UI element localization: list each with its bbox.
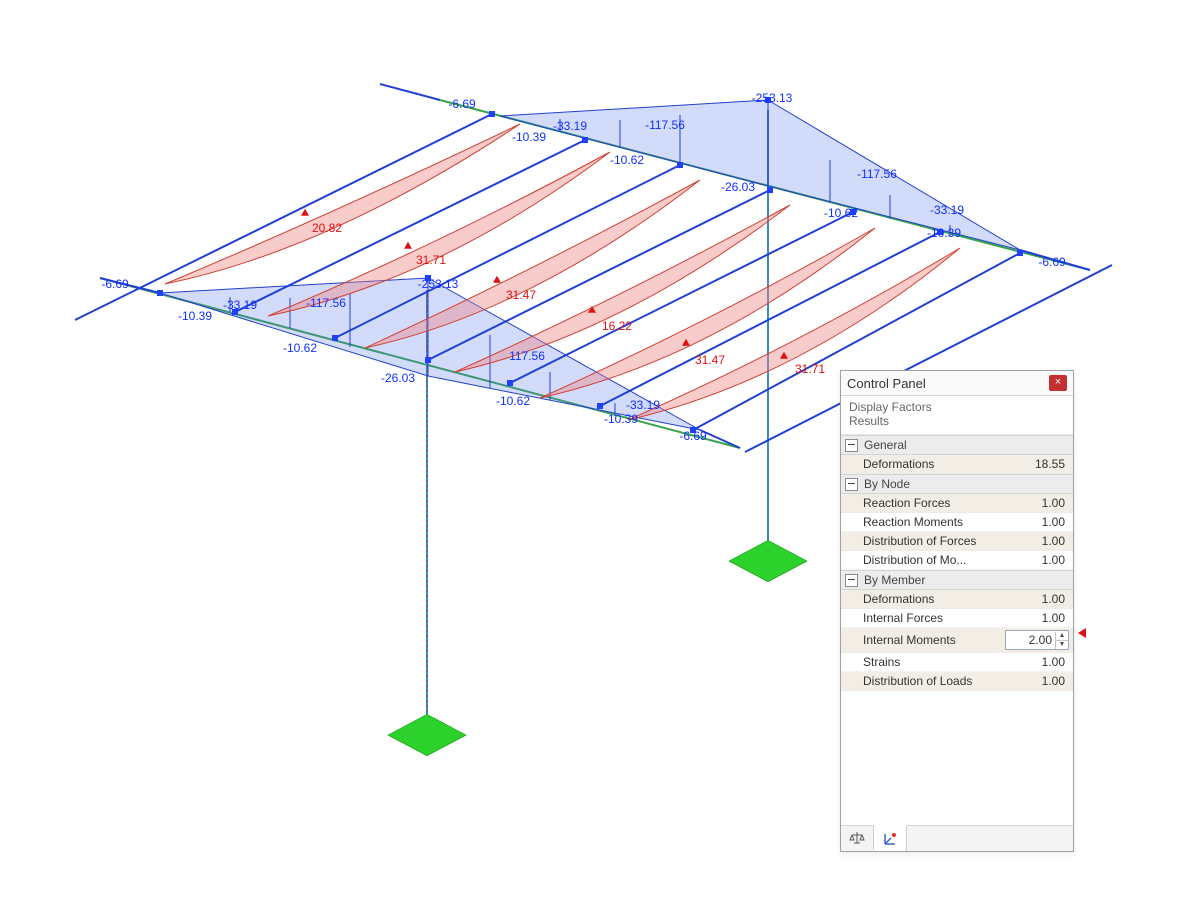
node-dot (157, 290, 163, 296)
node-dot (597, 403, 603, 409)
scale-icon (849, 830, 865, 846)
param-value: 1.00 (1011, 496, 1069, 510)
param-label: Reaction Moments (863, 515, 1011, 529)
peak-marker (682, 339, 690, 346)
panel-body: GeneralDeformations18.55By NodeReaction … (841, 435, 1073, 825)
param-value: 1.00 (1011, 515, 1069, 529)
param-row[interactable]: Internal Forces1.00 (841, 609, 1073, 628)
spin-down-icon[interactable]: ▼ (1056, 641, 1068, 649)
panel-footer (841, 825, 1073, 851)
node-dot (690, 427, 696, 433)
panel-titlebar[interactable]: Control Panel × (841, 371, 1073, 396)
node-dot (232, 309, 238, 315)
param-spin-input[interactable]: 2.00▲▼ (1005, 630, 1069, 650)
peak-marker (780, 352, 788, 359)
node-dot (765, 97, 771, 103)
group-header-by-node[interactable]: By Node (841, 474, 1073, 494)
param-value: 1.00 (1011, 655, 1069, 669)
axes-icon (882, 831, 898, 847)
param-label: Internal Forces (863, 611, 1011, 625)
spin-up-icon[interactable]: ▲ (1056, 632, 1068, 641)
close-icon[interactable]: × (1049, 375, 1067, 391)
param-label: Distribution of Forces (863, 534, 1011, 548)
node-dot (425, 357, 431, 363)
peak-marker (588, 306, 596, 313)
param-row[interactable]: Internal Moments2.00▲▼ (841, 628, 1073, 653)
param-value: 2.00 (1006, 633, 1055, 647)
param-value: 1.00 (1011, 553, 1069, 567)
node-dot (937, 229, 943, 235)
peak-marker (493, 276, 501, 283)
node-dot (582, 137, 588, 143)
param-label: Deformations (863, 457, 1011, 471)
panel-subtitle: Display Factors Results (841, 396, 1073, 435)
panel-title-text: Control Panel (847, 376, 1049, 391)
node-dot (850, 209, 856, 215)
param-row[interactable]: Reaction Forces1.00 (841, 494, 1073, 513)
group-header-by-member[interactable]: By Member (841, 570, 1073, 590)
peak-marker (404, 242, 412, 249)
active-row-indicator-icon (1078, 628, 1086, 638)
control-panel[interactable]: Control Panel × Display Factors Results … (840, 370, 1074, 852)
param-row[interactable]: Strains1.00 (841, 653, 1073, 672)
node-dot (489, 111, 495, 117)
group-header-general[interactable]: General (841, 435, 1073, 455)
param-row[interactable]: Distribution of Mo...1.00 (841, 551, 1073, 570)
param-row[interactable]: Deformations1.00 (841, 590, 1073, 609)
param-label: Strains (863, 655, 1011, 669)
node-dot (332, 335, 338, 341)
param-label: Distribution of Loads (863, 674, 1011, 688)
axes-icon-tab[interactable] (874, 825, 907, 851)
scale-icon-tab[interactable] (841, 826, 874, 850)
param-value: 1.00 (1011, 592, 1069, 606)
param-label: Distribution of Mo... (863, 553, 1011, 567)
param-row[interactable]: Distribution of Forces1.00 (841, 532, 1073, 551)
param-row[interactable]: Reaction Moments1.00 (841, 513, 1073, 532)
param-value: 1.00 (1011, 674, 1069, 688)
param-label: Reaction Forces (863, 496, 1011, 510)
node-dot (677, 162, 683, 168)
node-dot (425, 275, 431, 281)
node-dot (767, 187, 773, 193)
collapse-icon[interactable] (845, 478, 858, 491)
param-label: Internal Moments (863, 633, 1005, 647)
param-label: Deformations (863, 592, 1011, 606)
node-dot (507, 380, 513, 386)
collapse-icon[interactable] (845, 439, 858, 452)
param-row[interactable]: Distribution of Loads1.00 (841, 672, 1073, 691)
node-dot (1017, 250, 1023, 256)
param-value: 18.55 (1011, 457, 1069, 471)
param-value: 1.00 (1011, 534, 1069, 548)
param-row[interactable]: Deformations18.55 (841, 455, 1073, 474)
param-value: 1.00 (1011, 611, 1069, 625)
peak-marker (301, 209, 309, 216)
collapse-icon[interactable] (845, 574, 858, 587)
